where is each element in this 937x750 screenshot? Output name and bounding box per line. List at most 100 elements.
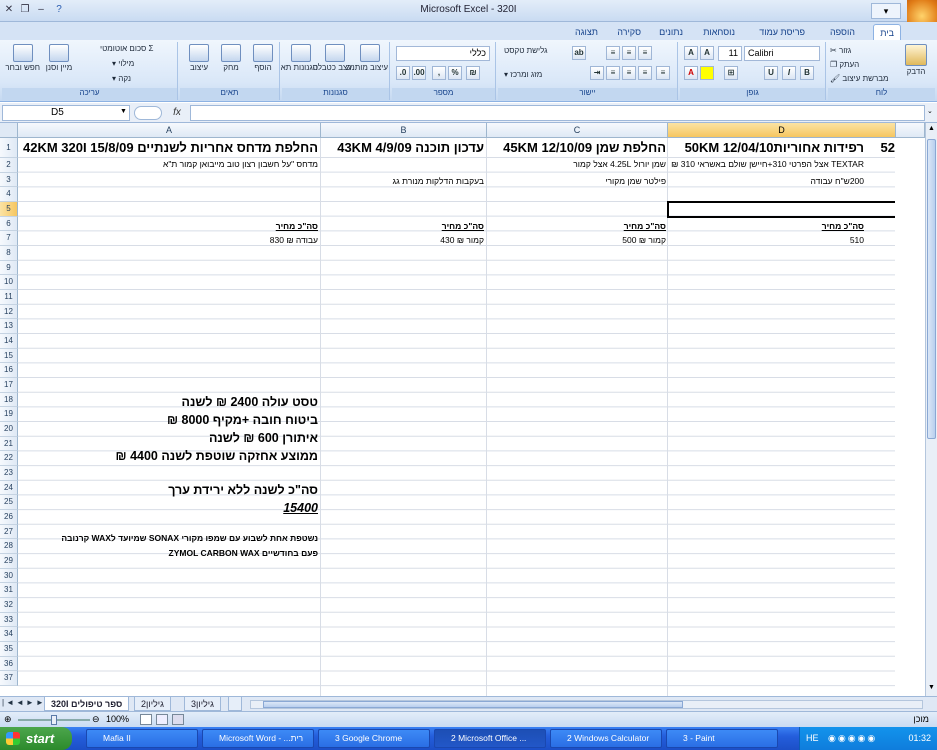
tab-data[interactable]: נתונים [653, 24, 689, 40]
cell-a23[interactable]: סה"כ לשנה ללא ירידת ערך [166, 483, 320, 497]
orientation-icon[interactable]: ab [572, 46, 586, 60]
underline-button[interactable]: U [764, 66, 778, 80]
number-format-select[interactable]: כללי [396, 46, 490, 61]
cell-d1[interactable]: רפידות אחוריות12/04/10 50KM [683, 140, 866, 155]
sheet-tab-1[interactable]: ספר טיפולים 320I [44, 697, 130, 711]
paste-button[interactable]: הדבק [900, 44, 932, 76]
zoom-slider-thumb[interactable] [51, 715, 57, 725]
grow-font-icon[interactable]: A [684, 46, 698, 60]
cut-button[interactable]: גזור ✂ [830, 46, 851, 55]
language-indicator[interactable]: HE [806, 733, 819, 743]
row-header-2[interactable]: 2 [0, 158, 18, 173]
comma-style-icon[interactable]: , [432, 66, 446, 80]
align-middle-icon[interactable]: ≡ [622, 46, 636, 60]
row-header-16[interactable]: 16 [0, 363, 18, 379]
row-header-24[interactable]: 24 [0, 480, 18, 496]
taskbar-word[interactable]: Microsoft Word - ...רית [202, 729, 314, 748]
formula-input[interactable] [190, 105, 925, 121]
cell-b6[interactable]: סה"כ מחיר [440, 221, 486, 231]
row-header-14[interactable]: 14 [0, 334, 18, 349]
row-header-6[interactable]: 6 [0, 216, 18, 232]
row-header-11[interactable]: 11 [0, 290, 18, 305]
taskbar-mafia[interactable]: Mafia II [86, 729, 198, 748]
wrap-text-button[interactable]: גלישת טקסט [504, 46, 548, 55]
cell-a26[interactable]: נשטפת אחת לשבוע עם שמפו מקורי SONAX שמיו… [59, 533, 320, 543]
row-header-33[interactable]: 33 [0, 612, 18, 628]
row-header-20[interactable]: 20 [0, 422, 18, 437]
clear-button[interactable]: נקה ▾ [112, 74, 131, 83]
horizontal-scrollbar[interactable] [250, 700, 923, 709]
row-header-3[interactable]: 3 [0, 172, 18, 188]
align-top-icon[interactable]: ≡ [606, 46, 620, 60]
cell-a1[interactable]: החלפת מדחס אחריות לשנתיים 15/8/09 42KM 3… [21, 140, 320, 155]
delete-cells-button[interactable]: מחק [216, 44, 246, 72]
merge-center-button[interactable]: מזג ומרכז ▾ [504, 70, 542, 79]
formula-expand-icon[interactable]: ⌄ [927, 107, 936, 119]
zoom-level[interactable]: 100% [106, 714, 129, 724]
cell-a20[interactable]: איתורן 600 ₪ לשנה [207, 431, 320, 445]
start-button[interactable]: start [0, 727, 72, 750]
row-header-32[interactable]: 32 [0, 598, 18, 613]
normal-view-icon[interactable] [140, 714, 152, 725]
row-header-19[interactable]: 19 [0, 407, 18, 423]
row-header-22[interactable]: 22 [0, 451, 18, 467]
font-color-icon[interactable]: A [684, 66, 698, 80]
sheet-tab-3[interactable]: גיליון3 [184, 697, 221, 711]
row-header-7[interactable]: 7 [0, 231, 18, 246]
cell-c2[interactable]: שמן יורול 4.25L אצל קמור [571, 159, 668, 169]
justify-icon[interactable]: ≡ [656, 66, 670, 80]
row-header-25[interactable]: 25 [0, 495, 18, 511]
scroll-thumb[interactable] [927, 139, 936, 439]
tab-formulas[interactable]: נוסחאות [697, 24, 741, 40]
row-header-31[interactable]: 31 [0, 583, 18, 599]
row-header-13[interactable]: 13 [0, 319, 18, 335]
column-header-c[interactable]: C [487, 123, 668, 138]
row-header-9[interactable]: 9 [0, 260, 18, 276]
row-header-15[interactable]: 15 [0, 348, 18, 364]
formula-bar-expand-icon[interactable] [134, 106, 162, 120]
fill-button[interactable]: מילוי ▾ [112, 59, 134, 68]
insert-cells-button[interactable]: הוסף [248, 44, 278, 72]
vertical-scrollbar[interactable]: ▲ ▼ [925, 123, 937, 696]
tab-page-layout[interactable]: פריסת עמוד [753, 24, 811, 40]
row-header-28[interactable]: 28 [0, 539, 18, 555]
format-painter-button[interactable]: מברשת עיצוב 🖌 [830, 74, 889, 83]
taskbar-chrome[interactable]: 3 Google Chrome [318, 729, 430, 748]
cell-a6[interactable]: סה"כ מחיר [274, 221, 320, 231]
row-header-29[interactable]: 29 [0, 554, 18, 569]
conditional-format-button[interactable]: עיצוב מותנה [347, 44, 388, 72]
row-header-8[interactable]: 8 [0, 246, 18, 261]
row-header-37[interactable]: 37 [0, 671, 18, 687]
scroll-down-icon[interactable]: ▼ [927, 684, 936, 694]
font-name-select[interactable]: Calibri [744, 46, 820, 61]
italic-button[interactable]: I [782, 66, 796, 80]
sheet-tab-2[interactable]: גיליון2 [134, 697, 171, 711]
page-break-view-icon[interactable] [172, 714, 184, 725]
align-left-icon[interactable]: ≡ [606, 66, 620, 80]
cell-d3[interactable]: 200ש"ח עבודה [809, 176, 866, 186]
row-header-12[interactable]: 12 [0, 304, 18, 320]
cell-c7[interactable]: קמור ₪ 500 [620, 235, 668, 245]
tab-home[interactable]: בית [873, 24, 901, 40]
row-header-35[interactable]: 35 [0, 642, 18, 657]
zoom-in-icon[interactable]: ⊕ [4, 714, 16, 725]
increase-decimal-icon[interactable]: .00 [412, 66, 426, 80]
cell-a2[interactable]: מדחס "על חשבון רצון טוב מייבואן קמור ת"א [161, 159, 320, 169]
row-header-34[interactable]: 34 [0, 627, 18, 643]
row-header-23[interactable]: 23 [0, 466, 18, 481]
cell-a24[interactable]: 15400 [281, 501, 320, 515]
cell-b1[interactable]: עדכון תוכנה 4/9/09 43KM [335, 140, 486, 155]
scroll-up-icon[interactable]: ▲ [927, 125, 936, 135]
row-header-18[interactable]: 18 [0, 392, 18, 408]
format-cells-button[interactable]: עיצוב [184, 44, 214, 72]
taskbar-calculator[interactable]: 2 Windows Calculator [550, 729, 662, 748]
cell-a21[interactable]: ממוצע אחזקה שוטפת לשנה 4400 ₪ [114, 449, 320, 463]
worksheet-grid[interactable]: 52 רפידות אחוריות12/04/10 50KM החלפת שמן… [18, 138, 895, 696]
cell-b7[interactable]: קמור ₪ 430 [438, 235, 486, 245]
autosum-button[interactable]: Σ סכום אוטומטי [100, 44, 153, 53]
cell-c3[interactable]: פילטר שמן מקורי [603, 176, 668, 186]
taskbar-office[interactable]: 2 Microsoft Office ... [434, 729, 546, 748]
row-header-5[interactable]: 5 [0, 202, 18, 217]
page-layout-view-icon[interactable] [156, 714, 168, 725]
cell-d6[interactable]: סה"כ מחיר [820, 221, 866, 231]
